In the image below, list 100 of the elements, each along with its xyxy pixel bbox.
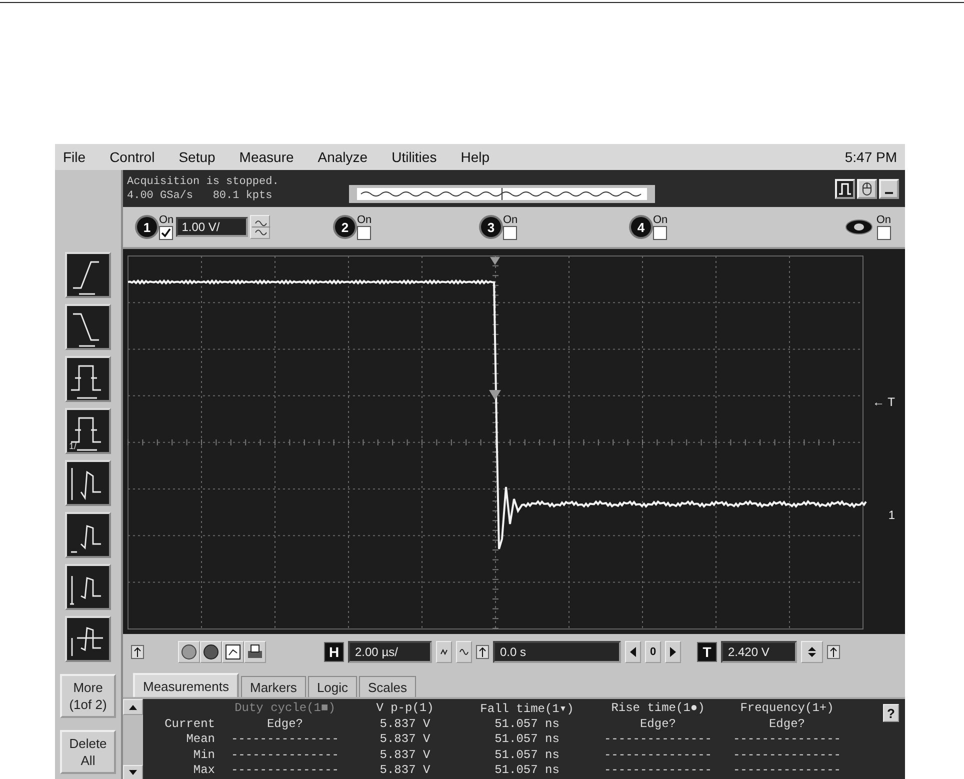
side-button[interactable]: More (1of 2)	[60, 674, 116, 718]
table-cell-text: ---------------	[230, 763, 340, 778]
measure-tool-button[interactable]: 1/	[65, 408, 111, 454]
menu-item[interactable]: Analyze	[318, 149, 368, 165]
measure-tool-button[interactable]	[65, 460, 111, 506]
run-button[interactable]	[178, 641, 200, 663]
table-cell-text: ---------------	[602, 732, 714, 748]
measure-tool-button[interactable]	[65, 616, 111, 662]
side-button[interactable]: Delete All	[60, 730, 116, 774]
trigger-label: T	[697, 642, 717, 662]
on-label: On	[653, 214, 668, 226]
printer-icon[interactable]	[244, 641, 266, 663]
measure-tool-button[interactable]	[65, 356, 111, 402]
timebase-field[interactable]: 2.00 µs/	[348, 641, 432, 663]
channel-checkbox[interactable]	[653, 226, 668, 240]
row-label: Mean	[185, 732, 216, 748]
column-header: Duty cycle(1■)	[234, 701, 336, 716]
channel-checkbox[interactable]	[876, 226, 891, 240]
center-button[interactable]: 0	[645, 641, 661, 663]
minimize-icon[interactable]	[879, 178, 899, 198]
up-triangle-icon	[128, 703, 138, 711]
table-cell-text: Edge?	[638, 716, 677, 732]
menu-item[interactable]: Help	[460, 149, 490, 165]
on-label: On	[357, 214, 372, 226]
table-cell-text: 5.837 V	[378, 748, 432, 763]
table-cell-text: 5.837 V	[378, 732, 432, 748]
menu-item[interactable]: Measure	[239, 149, 294, 165]
tab[interactable]: Markers	[240, 676, 306, 697]
measure-tool-button[interactable]	[65, 252, 111, 298]
channel-checkbox[interactable]	[159, 226, 174, 240]
table-cell-text: Edge?	[266, 716, 304, 732]
save-icon[interactable]	[222, 641, 244, 663]
up-arrow-button[interactable]	[131, 645, 144, 659]
trigger-level-field[interactable]: 2.420 V	[721, 641, 797, 663]
right-arrow-button[interactable]	[665, 641, 681, 663]
table-cell-text: ---------------	[732, 763, 842, 778]
channel-number[interactable]: 3	[481, 217, 501, 237]
table-cell-text: 51.057 ns	[494, 716, 560, 732]
channel-checkbox[interactable]	[357, 226, 372, 240]
spin-arrows-icon[interactable]	[801, 641, 823, 663]
clock: 5:47 PM	[844, 149, 897, 165]
waveform-overview[interactable]	[349, 184, 655, 202]
column-header: Rise time(1●)	[610, 701, 706, 716]
coupling-toggle[interactable]	[250, 215, 270, 239]
table-cell-text: 51.057 ns	[494, 732, 560, 748]
table-cell-text: Edge?	[768, 716, 806, 732]
volts-per-div-field[interactable]: 1.00 V/	[176, 217, 248, 237]
channel-number[interactable]: 1	[137, 217, 157, 237]
table-cell-text: 5.837 V	[378, 763, 432, 778]
right-triangle-icon	[668, 646, 678, 658]
scroll-up-button[interactable]	[123, 699, 143, 715]
on-label: On	[876, 214, 891, 226]
horizontal-label: H	[324, 642, 344, 662]
table-cell-text: ---------------	[732, 748, 842, 763]
measure-tool-button[interactable]	[65, 304, 111, 350]
row-label: Max	[192, 763, 216, 778]
up-arrow-button[interactable]	[476, 645, 489, 659]
acquisition-status: Acquisition is stopped. 4.00 GSa/s 80.1 kpts	[126, 174, 280, 202]
sine-icon[interactable]	[456, 641, 472, 663]
tab[interactable]: Logic	[308, 676, 358, 697]
scroll-down-button[interactable]	[123, 765, 143, 779]
channel-checkbox[interactable]	[503, 226, 518, 240]
row-label: Min	[192, 748, 216, 763]
table-cell-text: ---------------	[602, 748, 714, 763]
trigger-marker-icon	[489, 390, 501, 400]
table-cell-text: 5.837 V	[378, 716, 432, 732]
table-cell-text: 51.057 ns	[494, 763, 560, 778]
column-header: V p-p(1)	[375, 701, 435, 716]
pulse-icon[interactable]	[835, 178, 855, 198]
left-triangle-icon	[628, 646, 638, 658]
ground-marker[interactable]: 1	[888, 508, 895, 522]
eye-icon[interactable]	[844, 218, 874, 236]
menu-item[interactable]: Utilities	[392, 149, 437, 165]
trigger-level-marker[interactable]: ← T	[872, 395, 895, 409]
measure-tool-button[interactable]	[65, 564, 111, 610]
help-button[interactable]: ?	[883, 704, 899, 722]
channel-number[interactable]: 4	[631, 217, 651, 237]
table-cell-text: 51.057 ns	[494, 748, 560, 763]
channel-number[interactable]: 2	[335, 217, 355, 237]
down-triangle-icon	[128, 769, 138, 777]
on-label: On	[159, 214, 174, 226]
tab[interactable]: Scales	[359, 676, 416, 697]
tab[interactable]: Measurements	[133, 673, 239, 697]
table-cell-text: ---------------	[732, 732, 842, 748]
on-label: On	[503, 214, 518, 226]
menu-item[interactable]: Control	[110, 149, 155, 165]
stop-button[interactable]	[200, 641, 222, 663]
trigger-marker-icon	[490, 257, 500, 265]
row-label: Current	[164, 716, 216, 732]
delay-field[interactable]: 0.0 s	[493, 641, 621, 663]
table-cell-text: ---------------	[230, 748, 340, 763]
table-cell-text: ---------------	[230, 732, 340, 748]
measure-tool-button[interactable]	[65, 512, 111, 558]
menu-item[interactable]: Setup	[178, 149, 216, 165]
left-arrow-button[interactable]	[625, 641, 641, 663]
column-header: Frequency(1+)	[739, 701, 835, 716]
mouse-icon[interactable]	[857, 178, 877, 198]
menu-item[interactable]: File	[63, 149, 86, 165]
column-header: Fall time(1▾)	[479, 701, 575, 716]
up-arrow-button[interactable]	[827, 645, 840, 659]
